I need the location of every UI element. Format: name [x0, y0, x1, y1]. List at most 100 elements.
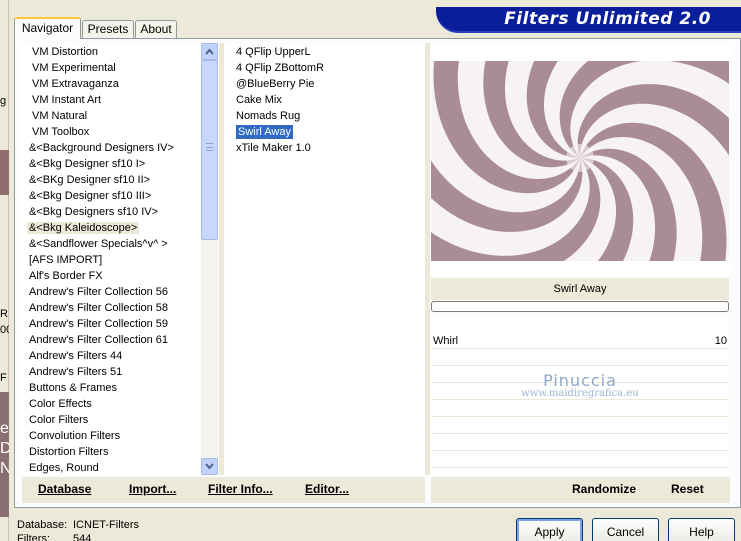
category-item[interactable]: VM Distortion — [30, 44, 210, 60]
filter-item[interactable]: @BlueBerry Pie — [236, 76, 314, 92]
category-item[interactable]: VM Extravaganza — [30, 76, 210, 92]
category-item-label: Alf's Border FX — [29, 270, 103, 282]
app-banner: Filters Unlimited 2.0 — [436, 7, 741, 33]
status-filters-label: Filters: — [17, 533, 50, 541]
tab-navigator[interactable]: Navigator — [14, 17, 81, 39]
category-item-label: &<Bkg Designer sf10 III> — [29, 190, 152, 202]
category-item[interactable]: &<Bkg Kaleidoscope> — [27, 220, 207, 236]
category-item[interactable]: Edges, Round — [27, 460, 207, 475]
category-item-label: Andrew's Filters 44 — [29, 350, 123, 362]
randomize-button[interactable]: Randomize — [572, 477, 636, 501]
category-item-label: Andrew's Filter Collection 56 — [29, 286, 169, 298]
filter-item[interactable]: Swirl Away — [236, 124, 293, 140]
filter-item[interactable]: 4 QFlip UpperL — [236, 44, 311, 60]
category-item[interactable]: &<BKg Designer sf10 II> — [27, 172, 207, 188]
filter-item-label: Cake Mix — [236, 94, 282, 106]
category-item-label: VM Experimental — [32, 62, 116, 74]
category-item[interactable]: Andrew's Filters 44 — [27, 348, 207, 364]
cancel-button[interactable]: Cancel — [592, 518, 659, 541]
param-row — [431, 435, 729, 451]
category-item-label: Andrew's Filter Collection 59 — [29, 318, 169, 330]
category-item-label: VM Distortion — [32, 46, 99, 58]
category-item[interactable]: &<Sandflower Specials^v^ > — [27, 236, 207, 252]
filter-item[interactable]: Nomads Rug — [236, 108, 300, 124]
scroll-thumb[interactable] — [201, 60, 218, 240]
help-button[interactable]: Help — [668, 518, 735, 541]
status-filters-value: 544 — [73, 533, 92, 541]
category-item[interactable]: &<Bkg Designers sf10 IV> — [27, 204, 207, 220]
category-item-label: Distortion Filters — [29, 446, 109, 458]
category-scrollbar[interactable] — [201, 43, 218, 475]
category-item-label: Color Filters — [29, 414, 89, 426]
category-item[interactable]: Convolution Filters — [27, 428, 207, 444]
background-window-edge: g R 00 F e D N — [0, 0, 9, 541]
chevron-up-icon — [205, 48, 214, 55]
splitter[interactable] — [425, 43, 430, 475]
import-button[interactable]: Import... — [129, 477, 176, 501]
category-item[interactable]: VM Natural — [30, 108, 210, 124]
category-item-label: Andrew's Filter Collection 58 — [29, 302, 169, 314]
category-item[interactable]: Andrew's Filters 51 — [27, 364, 207, 380]
apply-button[interactable]: Apply — [516, 518, 583, 541]
category-item-label: &<Bkg Designers sf10 IV> — [29, 206, 159, 218]
filter-item[interactable]: Cake Mix — [236, 92, 282, 108]
category-item[interactable]: Andrew's Filter Collection 58 — [27, 300, 207, 316]
edge-text: R — [0, 308, 8, 320]
edge-text: 00 — [0, 324, 9, 336]
category-item-label: Color Effects — [29, 398, 92, 410]
reset-button[interactable]: Reset — [671, 477, 704, 501]
param-row — [431, 367, 729, 383]
filter-item-label: 4 QFlip UpperL — [236, 46, 311, 58]
filter-item-label: Swirl Away — [236, 125, 293, 139]
category-item-label: VM Natural — [32, 110, 88, 122]
category-item[interactable]: VM Instant Art — [30, 92, 210, 108]
edge-text: g — [0, 95, 7, 107]
param-row — [431, 418, 729, 434]
param-value[interactable]: 10 — [715, 333, 727, 349]
tab-presets[interactable]: Presets — [82, 20, 134, 39]
status-database-label: Database: — [17, 519, 68, 531]
category-item-label: &<Sandflower Specials^v^ > — [29, 238, 168, 250]
database-button[interactable]: Database — [38, 477, 91, 501]
category-item-label: &<BKg Designer sf10 II> — [29, 174, 151, 186]
scroll-down-button[interactable] — [201, 458, 218, 475]
param-row — [431, 401, 729, 417]
category-list[interactable]: VM Distortion VM Experimental VM Extravaga… — [22, 43, 217, 475]
category-item[interactable]: VM Experimental — [30, 60, 210, 76]
category-item[interactable]: VM Toolbox — [30, 124, 210, 140]
filter-item[interactable]: 4 QFlip ZBottomR — [236, 60, 324, 76]
editor-button[interactable]: Editor... — [305, 477, 349, 501]
category-item-label: VM Instant Art — [32, 94, 102, 106]
param-label: Whirl — [433, 335, 459, 347]
category-item-label: VM Toolbox — [32, 126, 90, 138]
category-item[interactable]: Andrew's Filter Collection 59 — [27, 316, 207, 332]
category-item[interactable]: &<Bkg Designer sf10 I> — [27, 156, 207, 172]
category-item[interactable]: Color Effects — [27, 396, 207, 412]
import-label: Import... — [129, 482, 177, 496]
scroll-up-button[interactable] — [201, 43, 218, 60]
status-area: Database: ICNET-Filters Filters: 544 — [17, 518, 139, 541]
category-item[interactable]: Alf's Border FX — [27, 268, 207, 284]
category-item-label: &<Background Designers IV> — [29, 142, 174, 154]
splitter[interactable] — [219, 43, 224, 475]
category-item-label: &<Bkg Designer sf10 I> — [29, 158, 146, 170]
filter-item[interactable]: xTile Maker 1.0 — [236, 140, 311, 156]
filter-item-label: 4 QFlip ZBottomR — [236, 62, 325, 74]
category-item[interactable]: [AFS IMPORT] — [27, 252, 207, 268]
category-item[interactable]: Andrew's Filter Collection 56 — [27, 284, 207, 300]
category-item[interactable]: Color Filters — [27, 412, 207, 428]
category-item[interactable]: Andrew's Filter Collection 61 — [27, 332, 207, 348]
editor-label: Editor... — [305, 482, 350, 496]
filter-info-button[interactable]: Filter Info... — [208, 477, 273, 501]
filter-item-label: Nomads Rug — [236, 110, 301, 122]
category-item[interactable]: &<Background Designers IV> — [27, 140, 207, 156]
category-item[interactable]: Buttons & Frames — [27, 380, 207, 396]
param-row-whirl[interactable]: Whirl 10 — [431, 333, 729, 349]
preview-image — [431, 61, 729, 261]
filter-info-label: Filter Info... — [208, 482, 273, 496]
category-item[interactable]: &<Bkg Designer sf10 III> — [27, 188, 207, 204]
category-item[interactable]: Distortion Filters — [27, 444, 207, 460]
category-item-label: Andrew's Filters 51 — [29, 366, 123, 378]
filter-list[interactable]: 4 QFlip UpperL 4 QFlip ZBottomR @BlueBerry… — [225, 43, 425, 475]
tab-about[interactable]: About — [135, 20, 177, 39]
